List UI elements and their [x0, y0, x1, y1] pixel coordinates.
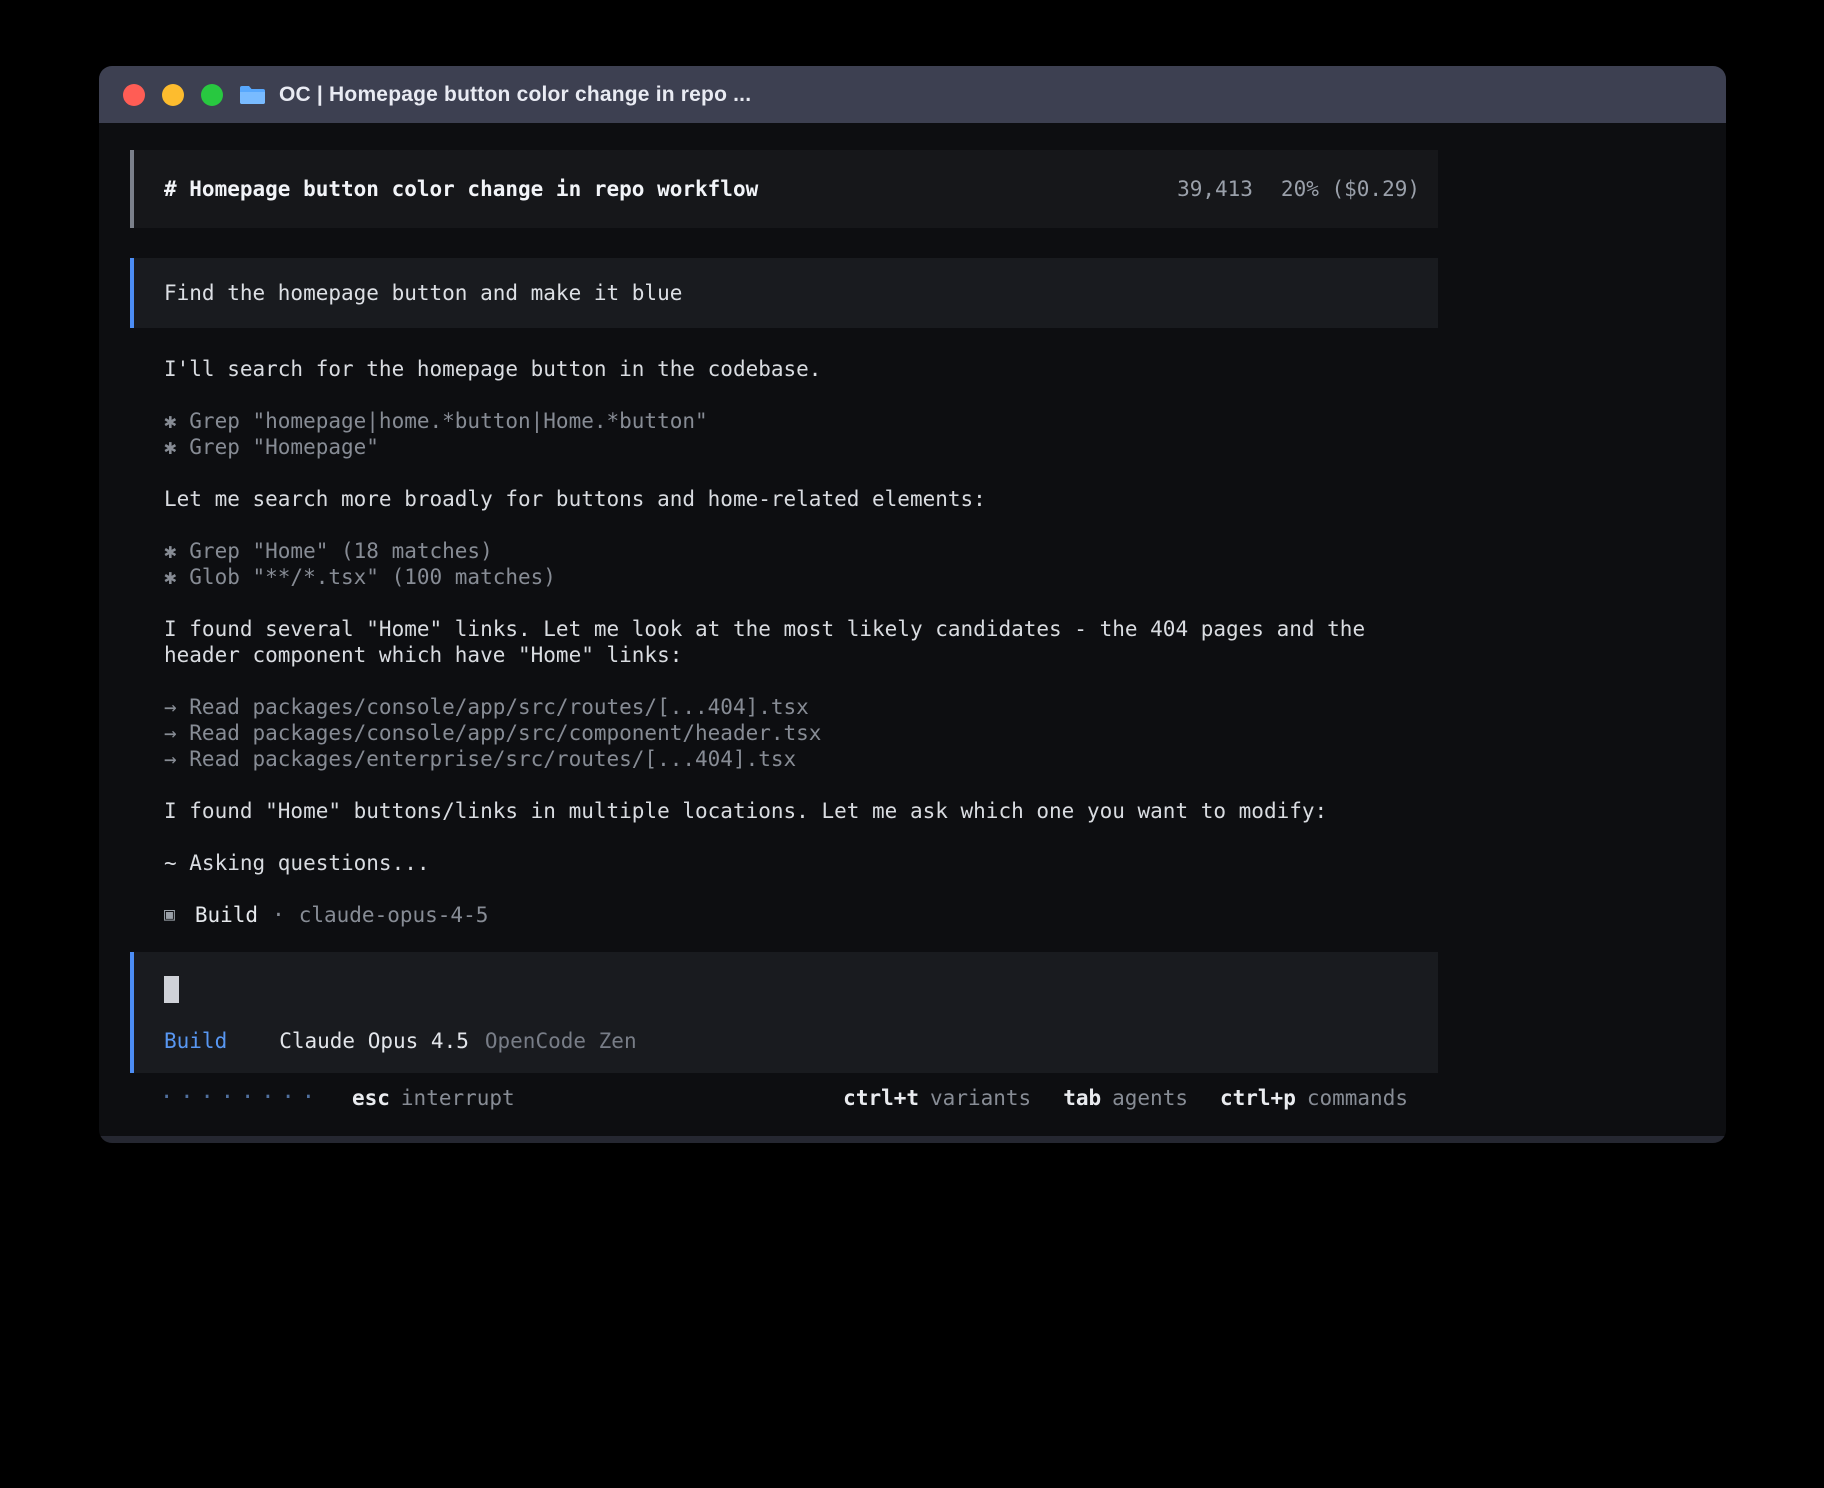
shortcut-key: ctrl+p	[1220, 1085, 1296, 1111]
conversation-tool-line: → Read packages/console/app/src/componen…	[164, 720, 1404, 746]
agent-name: Build	[195, 902, 258, 928]
shortcut-key: tab	[1063, 1085, 1101, 1111]
shortcut-label: variants	[930, 1085, 1031, 1111]
conversation-tool-line: ✱ Glob "**/*.tsx" (100 matches)	[164, 564, 1404, 590]
folder-icon	[239, 84, 266, 106]
terminal-window: OC | Homepage button color change in rep…	[99, 66, 1726, 1143]
window-controls	[123, 84, 223, 106]
agent-model: claude-opus-4-5	[299, 902, 489, 928]
statusbar-left: ········ esc interrupt	[160, 1085, 515, 1111]
input-mode-row: Build Claude Opus 4.5 OpenCode Zen	[164, 1029, 1408, 1053]
session-header: # Homepage button color change in repo w…	[130, 150, 1438, 228]
user-message-text: Find the homepage button and make it blu…	[164, 281, 682, 305]
conversation-text-line: I found "Home" buttons/links in multiple…	[164, 798, 1404, 824]
conversation-text-line: Let me search more broadly for buttons a…	[164, 486, 1404, 512]
shortcut-label: commands	[1307, 1085, 1408, 1111]
user-message-panel: Find the homepage button and make it blu…	[130, 258, 1438, 328]
conversation-text-line: I'll search for the homepage button in t…	[164, 356, 1404, 382]
text-cursor	[164, 976, 179, 1003]
conversation-tool-line: ✱ Grep "homepage|home.*button|Home.*butt…	[164, 408, 1404, 434]
shortcut-key: esc	[352, 1085, 390, 1111]
status-bar: ········ esc interrupt ctrl+t variants tab…	[130, 1085, 1438, 1111]
shortcut-key: ctrl+t	[843, 1085, 919, 1111]
shortcut-label: agents	[1112, 1085, 1188, 1111]
shortcut-label: interrupt	[401, 1085, 515, 1111]
prompt-input[interactable]: Build Claude Opus 4.5 OpenCode Zen	[130, 952, 1438, 1073]
shortcut-commands: ctrl+p commands	[1220, 1085, 1408, 1111]
model-label: Claude Opus 4.5	[279, 1029, 469, 1053]
close-button[interactable]	[123, 84, 145, 106]
conversation-tool-line: ✱ Grep "Home" (18 matches)	[164, 538, 1404, 564]
minimize-button[interactable]	[162, 84, 184, 106]
progress-dots-icon: ········	[160, 1085, 322, 1111]
conversation-tool-line: ✱ Grep "Homepage"	[164, 434, 1404, 460]
zoom-button[interactable]	[201, 84, 223, 106]
shortcut-variants: ctrl+t variants	[843, 1085, 1031, 1111]
agent-icon: ▣	[164, 902, 175, 928]
token-count: 39,413	[1177, 177, 1253, 201]
statusbar-right: ctrl+t variants tab agents ctrl+p commands	[843, 1085, 1408, 1111]
titlebar-title-group: OC | Homepage button color change in rep…	[239, 83, 751, 107]
conversation-tool-line: → Read packages/console/app/src/routes/[…	[164, 694, 1404, 720]
provider-label: OpenCode Zen	[485, 1029, 637, 1053]
agent-status-line: ▣ Build · claude-opus-4-5	[130, 902, 1438, 928]
mode-label: Build	[164, 1029, 227, 1053]
titlebar[interactable]: OC | Homepage button color change in rep…	[99, 66, 1726, 123]
terminal-content: # Homepage button color change in repo w…	[99, 123, 1726, 1111]
shortcut-interrupt: esc interrupt	[352, 1085, 515, 1111]
conversation: I'll search for the homepage button in t…	[130, 356, 1438, 876]
agent-separator: ·	[272, 902, 285, 928]
context-usage: 20% ($0.29)	[1281, 177, 1420, 201]
window-title: OC | Homepage button color change in rep…	[279, 83, 751, 107]
conversation-text-line: I found several "Home" links. Let me loo…	[164, 616, 1404, 668]
conversation-tool-line: → Read packages/enterprise/src/routes/[.…	[164, 746, 1404, 772]
session-stats: 39,413 20% ($0.29)	[1177, 177, 1420, 201]
conversation-text-line: ~ Asking questions...	[164, 850, 1404, 876]
shortcut-agents: tab agents	[1063, 1085, 1188, 1111]
session-title: # Homepage button color change in repo w…	[164, 177, 758, 201]
